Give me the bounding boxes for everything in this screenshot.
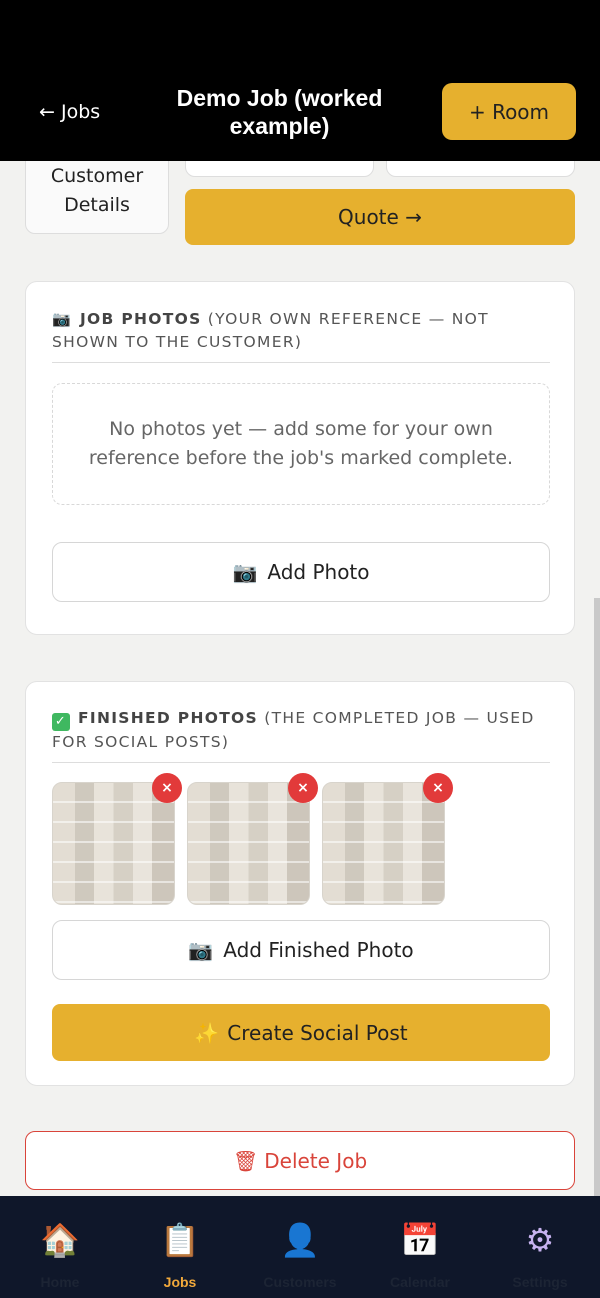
nav-label: Calendar — [390, 1274, 450, 1290]
add-room-button[interactable]: + Room — [442, 83, 576, 140]
job-photos-card: 📷 Job Photos (your own reference — not sh… — [25, 281, 575, 635]
create-social-post-button[interactable]: ✨ Create Social Post — [52, 1004, 550, 1061]
job-photos-heading: 📷 Job Photos (your own reference — not sh… — [52, 310, 489, 351]
clipboard-icon: 📋 — [160, 1221, 200, 1259]
add-photo-label: Add Photo — [267, 560, 370, 584]
remove-photo-button[interactable]: × — [423, 773, 453, 803]
divider — [52, 762, 550, 763]
finished-photo-thumbnail[interactable] — [187, 782, 310, 905]
remove-photo-button[interactable]: × — [152, 773, 182, 803]
finished-photo-thumbnail[interactable] — [52, 782, 175, 905]
gear-icon: ⚙ — [525, 1221, 555, 1259]
add-finished-photo-label: Add Finished Photo — [223, 938, 414, 962]
finished-photos-heading: ✓ Finished Photos (the completed job — us… — [52, 709, 535, 751]
create-social-post-label: Create Social Post — [227, 1020, 408, 1045]
house-icon: 🏠 — [40, 1221, 80, 1259]
nav-label: Settings — [512, 1274, 568, 1290]
camera-icon: 📷 — [232, 560, 258, 584]
camera-icon: 📷 — [52, 310, 72, 328]
app-header: ← Jobs Demo Job (worked example) + Room — [0, 0, 600, 161]
finished-photos-card: ✓ Finished Photos (the completed job — us… — [25, 681, 575, 1086]
nav-label: Home — [40, 1274, 80, 1290]
nav-item-home[interactable]: 🏠 Home — [0, 1196, 120, 1298]
nav-item-customers[interactable]: 👤 Customers — [240, 1196, 360, 1298]
page-title: Demo Job (worked example) — [176, 85, 383, 139]
bottom-nav: 🏠 Home 📋 Jobs 👤 Customers 📅 Calendar ⚙ S… — [0, 1196, 600, 1298]
divider — [52, 362, 550, 363]
empty-photos-message: No photos yet — add some for your own re… — [52, 383, 550, 505]
back-to-jobs-link[interactable]: ← Jobs — [39, 101, 100, 123]
nav-label: Jobs — [163, 1274, 197, 1290]
nav-item-jobs[interactable]: 📋 Jobs — [120, 1196, 240, 1298]
page-scrollbar[interactable] — [594, 598, 600, 1196]
customer-details-label: Customer Details — [50, 165, 144, 216]
finished-photo-thumbnail[interactable] — [322, 782, 445, 905]
nav-item-calendar[interactable]: 📅 Calendar — [360, 1196, 480, 1298]
nav-label: Customers — [263, 1274, 337, 1290]
person-icon: 👤 — [280, 1221, 320, 1259]
camera-icon: 📷 — [188, 938, 214, 962]
sparkles-icon: ✨ — [194, 1020, 220, 1045]
add-photo-button[interactable]: 📷 Add Photo — [52, 542, 550, 602]
trash-icon: 🗑 — [232, 1148, 259, 1173]
nav-item-settings[interactable]: ⚙ Settings — [480, 1196, 600, 1298]
quote-button[interactable]: Quote → — [185, 189, 575, 245]
checkmark-icon: ✓ — [52, 713, 70, 731]
add-finished-photo-button[interactable]: 📷 Add Finished Photo — [52, 920, 550, 980]
delete-job-label: Delete Job — [264, 1148, 368, 1173]
remove-photo-button[interactable]: × — [288, 773, 318, 803]
delete-job-button[interactable]: 🗑 Delete Job — [25, 1131, 575, 1190]
calendar-icon: 📅 — [400, 1221, 440, 1259]
